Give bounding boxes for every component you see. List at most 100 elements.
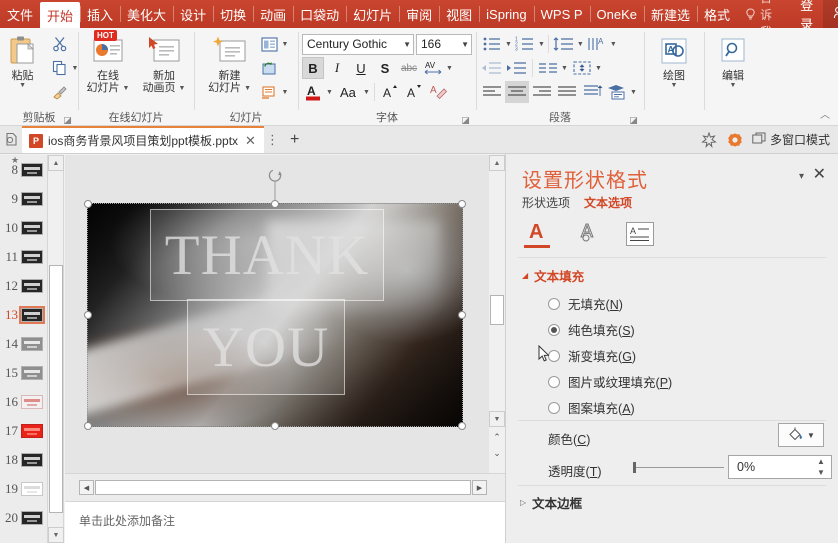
thumbnail-item[interactable]: 11 <box>0 242 47 271</box>
grow-font-button[interactable]: A <box>379 81 401 103</box>
bullets-button[interactable] <box>480 33 504 55</box>
text-shadow-button[interactable]: S <box>374 57 396 79</box>
thumbnail-item[interactable]: 10 <box>0 213 47 242</box>
slide-thumbnail-panel[interactable]: ★ 8 9 10 11 12 13 14 15 16 17 18 19 20 <box>0 155 48 543</box>
paste-dropdown-caret[interactable]: ▼ <box>19 82 26 89</box>
font-size-caret[interactable]: ▼ <box>458 40 469 49</box>
thumbnail-scroll-down-button[interactable]: ▼ <box>48 527 64 543</box>
menu-item-file[interactable]: 文件 <box>0 0 40 28</box>
close-tab-icon[interactable]: ✕ <box>243 133 258 149</box>
thumbnail-preview[interactable] <box>21 220 43 235</box>
thumbnail-item[interactable]: 15 <box>0 358 47 387</box>
thumbnail-scrollbar[interactable]: ▲ ▼ <box>48 155 64 543</box>
strikethrough-button[interactable]: abc <box>398 57 420 79</box>
change-case-caret[interactable]: ▼ <box>363 89 370 96</box>
previous-slide-button[interactable]: ⌃ <box>489 430 505 445</box>
decrease-indent-button[interactable] <box>480 57 504 79</box>
font-size-combo[interactable]: 166 ▼ <box>416 33 472 55</box>
copy-button[interactable]: ▼ <box>48 56 81 80</box>
bullets-caret[interactable]: ▼ <box>505 41 512 48</box>
section-text-fill-header[interactable]: ◢ 文本填充 <box>522 266 584 285</box>
online-slide-button[interactable]: HOT 在线 幻灯片 ▼ <box>80 30 136 94</box>
menu-item-design[interactable]: 设计 <box>173 0 213 28</box>
tools-icon[interactable] <box>696 127 722 153</box>
clear-formatting-button[interactable]: A <box>427 81 449 103</box>
increase-indent-button[interactable] <box>505 57 529 79</box>
thumbnail-preview[interactable] <box>21 365 43 380</box>
convert-smartart-button[interactable] <box>605 81 629 103</box>
text-direction-button[interactable]: A <box>585 33 609 55</box>
subtitle-textbox[interactable]: YOU <box>187 299 345 395</box>
thumbnail-item[interactable]: 16 <box>0 387 47 416</box>
font-family-caret[interactable]: ▼ <box>400 40 411 49</box>
slide-scroll-down-button[interactable]: ▼ <box>489 411 505 427</box>
distribute-button[interactable] <box>580 81 604 103</box>
thumbnail-preview[interactable] <box>21 278 43 293</box>
login-button[interactable]: 登录 <box>790 0 823 32</box>
panel-close-icon[interactable]: ✕ <box>813 164 826 184</box>
section-text-outline-header[interactable]: ▷ 文本边框 <box>520 493 582 512</box>
thumbnail-preview[interactable] <box>21 162 43 177</box>
character-spacing-caret[interactable]: ▼ <box>446 65 453 72</box>
paragraph-dialog-launcher[interactable]: ◪ <box>629 116 638 125</box>
fill-color-button[interactable]: ▼ <box>778 423 824 447</box>
thumbnail-preview[interactable] <box>21 452 43 467</box>
menu-item-transitions[interactable]: 切换 <box>213 0 253 28</box>
notes-pane[interactable]: 单击此处添加备注 <box>65 501 505 543</box>
menu-item-review[interactable]: 审阅 <box>399 0 439 28</box>
character-spacing-button[interactable]: AV <box>422 57 444 79</box>
paste-button[interactable]: 粘贴 ▼ <box>0 30 48 89</box>
thumbnail-preview[interactable] <box>21 249 43 264</box>
menu-item-view[interactable]: 视图 <box>439 0 479 28</box>
next-slide-button[interactable]: ⌄ <box>489 446 505 461</box>
tab-more-menu-icon[interactable]: ⋮ <box>264 132 281 148</box>
thumbnail-preview[interactable] <box>19 305 45 324</box>
new-tab-button[interactable]: + <box>281 131 308 149</box>
italic-button[interactable]: I <box>326 57 348 79</box>
online-slide-caret[interactable]: ▼ <box>123 85 130 92</box>
slide-scroll-right-button[interactable]: ▶ <box>472 480 487 495</box>
slide-canvas[interactable]: THANK YOU <box>87 203 463 427</box>
align-center-button[interactable] <box>505 81 529 103</box>
menu-item-insert[interactable]: 插入 <box>80 0 120 28</box>
menu-item-ispring[interactable]: iSpring <box>479 0 533 28</box>
transparency-spin-arrows[interactable]: ▲ ▼ <box>815 457 827 477</box>
justify-button[interactable] <box>555 81 579 103</box>
tell-me-box[interactable]: 告诉我... <box>737 0 790 39</box>
text-effects-icon[interactable]: A <box>574 216 604 246</box>
slide-vertical-scrollbar[interactable]: ▲ ▼ ⌃ ⌄ <box>489 155 505 473</box>
align-text-button[interactable] <box>570 57 594 79</box>
radio-pattern-fill[interactable]: 图案填充(A) <box>548 398 635 417</box>
transparency-spin-up[interactable]: ▲ <box>817 457 825 466</box>
reset-slide-button[interactable] <box>258 56 291 80</box>
change-case-button[interactable]: Aa <box>335 81 361 103</box>
thumbnail-preview[interactable] <box>21 510 43 525</box>
text-direction-caret[interactable]: ▼ <box>610 41 617 48</box>
menu-item-newselect[interactable]: 新建选 <box>644 0 697 28</box>
line-spacing-caret[interactable]: ▼ <box>577 41 584 48</box>
font-color-caret[interactable]: ▼ <box>326 89 333 96</box>
share-button[interactable]: 共享 <box>823 0 838 28</box>
multi-window-mode-button[interactable]: 多窗口模式 <box>748 131 838 148</box>
section-dropdown-caret[interactable]: ▼ <box>282 89 289 96</box>
thumbnail-scroll-thumb[interactable] <box>49 265 63 513</box>
editing-button[interactable]: 编辑 ▼ <box>708 30 758 89</box>
add-animation-caret[interactable]: ▼ <box>179 85 186 92</box>
thumbnail-preview[interactable] <box>21 423 43 438</box>
add-animation-page-button[interactable]: 新加 动画页 ▼ <box>136 30 192 94</box>
slide-scroll-left-button[interactable]: ◀ <box>79 480 94 495</box>
title-textbox[interactable]: THANK <box>150 209 384 301</box>
clipboard-dialog-launcher[interactable]: ◪ <box>63 116 72 125</box>
thumbnail-scroll-up-button[interactable]: ▲ <box>48 155 64 171</box>
collapse-ribbon-button[interactable]: ︿ <box>820 106 830 121</box>
thumbnail-item[interactable]: 17 <box>0 416 47 445</box>
align-right-button[interactable] <box>530 81 554 103</box>
tab-shape-options[interactable]: 形状选项 <box>522 194 570 213</box>
layout-dropdown-caret[interactable]: ▼ <box>282 41 289 48</box>
new-slide-caret[interactable]: ▼ <box>244 85 251 92</box>
font-dialog-launcher[interactable]: ◪ <box>461 116 470 125</box>
settings-gear-icon[interactable] <box>722 127 748 153</box>
cut-button[interactable] <box>48 32 81 56</box>
font-color-button[interactable]: A <box>302 81 324 103</box>
slide-scroll-thumb[interactable] <box>490 295 504 325</box>
